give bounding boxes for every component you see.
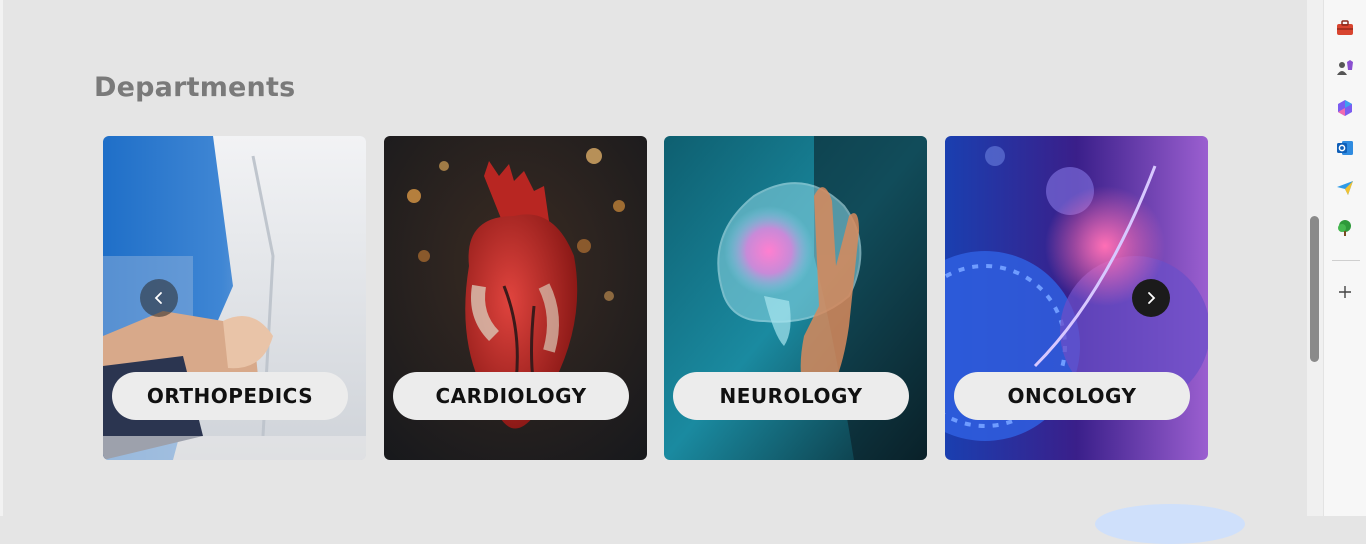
decorative-shape xyxy=(1095,504,1245,544)
department-card-cardiology[interactable]: CARDIOLOGY xyxy=(384,136,647,460)
carousel-prev-button[interactable] xyxy=(140,279,178,317)
sidebar-divider xyxy=(1332,260,1360,261)
toolbox-icon[interactable] xyxy=(1335,18,1355,38)
copilot-icon[interactable] xyxy=(1335,98,1355,118)
tree-icon[interactable] xyxy=(1335,218,1355,238)
department-label: CARDIOLOGY xyxy=(393,372,629,420)
window-edge xyxy=(0,0,3,516)
games-icon[interactable] xyxy=(1335,58,1355,78)
add-icon[interactable] xyxy=(1335,282,1355,302)
departments-carousel: ORTHOPEDICS CARDIOLOGY NEUROLOGY ONCOLOG… xyxy=(103,136,1209,460)
page-title: Departments xyxy=(94,72,296,103)
chevron-left-icon xyxy=(154,292,162,304)
chevron-right-icon xyxy=(1148,292,1156,304)
outlook-icon[interactable] xyxy=(1335,138,1355,158)
department-label: ORTHOPEDICS xyxy=(112,372,348,420)
carousel-next-button[interactable] xyxy=(1132,279,1170,317)
send-icon[interactable] xyxy=(1335,178,1355,198)
department-label: NEUROLOGY xyxy=(673,372,909,420)
department-card-neurology[interactable]: NEUROLOGY xyxy=(664,136,927,460)
browser-sidebar xyxy=(1323,0,1366,516)
department-label: ONCOLOGY xyxy=(954,372,1190,420)
scrollbar-thumb[interactable] xyxy=(1310,216,1319,362)
